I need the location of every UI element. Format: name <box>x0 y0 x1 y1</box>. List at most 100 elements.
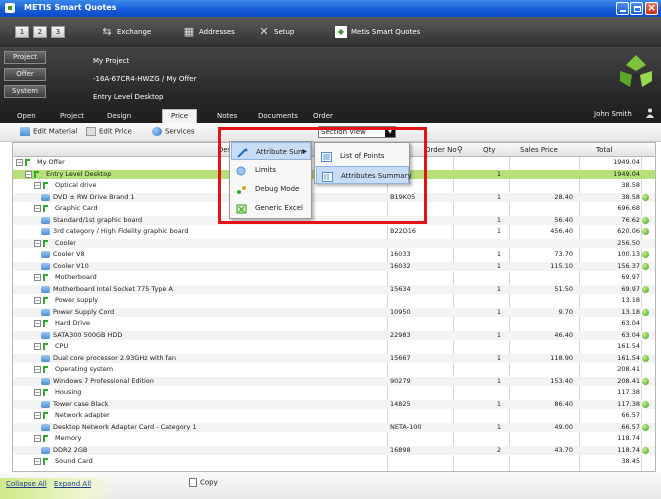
col-sales-price[interactable]: Sales Price <box>520 146 558 154</box>
table-row[interactable]: 3rd category / High Fidelity graphic boa… <box>13 227 655 236</box>
edit-material-button[interactable]: Edit Material <box>20 127 77 136</box>
tree-toggle-icon[interactable]: − <box>16 159 23 166</box>
edit-material-icon <box>20 127 30 136</box>
table-row[interactable]: − Operating system 208.41 <box>13 365 655 374</box>
row-qty[interactable]: 1 <box>481 400 501 409</box>
table-row[interactable]: − CPU 161.54 <box>13 342 655 351</box>
tree-toggle-icon[interactable]: − <box>34 274 41 281</box>
row-sales-price[interactable]: 118.90 <box>527 354 573 363</box>
row-sales-price[interactable]: 456.40 <box>527 227 573 236</box>
table-row[interactable]: − Motherboard 69.97 <box>13 273 655 282</box>
col-qty[interactable]: Qty <box>483 146 495 154</box>
addresses-button[interactable]: ▦ Addresses <box>183 26 235 40</box>
tree-toggle-icon[interactable]: − <box>34 320 41 327</box>
step-3-button[interactable]: 3 <box>51 26 65 38</box>
table-row[interactable]: Motherboard Intel Socket 775 Type A 15634… <box>13 284 655 294</box>
table-row[interactable]: − Sound Card 38.45 <box>13 457 655 466</box>
table-row[interactable]: Windows 7 Professional Edition 90279 1 153.… <box>13 376 655 386</box>
row-sales-price[interactable]: 56.40 <box>527 216 573 225</box>
table-row[interactable]: − Cooler 256.50 <box>13 238 655 248</box>
row-sales-price[interactable]: 115.10 <box>527 262 573 271</box>
row-qty[interactable]: 2 <box>481 446 501 455</box>
col-order-no[interactable]: Order No <box>425 146 457 154</box>
exchange-button[interactable]: ⇆ Exchange <box>101 26 151 40</box>
step-1-button[interactable]: 1 <box>15 26 29 38</box>
maximize-button[interactable] <box>630 2 643 15</box>
copy-button[interactable]: Copy <box>189 478 218 487</box>
row-sales-price[interactable]: 73.70 <box>527 250 573 259</box>
row-qty[interactable]: 1 <box>481 193 501 202</box>
table-row[interactable]: Tower case Black 14825 1 86.40 117.38 <box>13 399 655 409</box>
tab-order[interactable]: Order <box>313 110 333 123</box>
metis-icon: ◆ <box>335 26 347 38</box>
tree-toggle-icon[interactable]: − <box>25 170 32 178</box>
table-row[interactable]: DDR2 2GB 16898 2 43.70 118.74 <box>13 445 655 455</box>
tree-toggle-icon[interactable]: − <box>34 366 41 373</box>
expand-all-link[interactable]: Expand All <box>54 480 91 488</box>
row-sales-price[interactable]: 49.00 <box>527 423 573 432</box>
row-sales-price[interactable]: 9.70 <box>527 308 573 317</box>
row-total: 38.45 <box>621 457 640 465</box>
row-qty[interactable]: 1 <box>481 331 501 340</box>
table-row[interactable]: SATA300 500GB HDD 22983 1 46.40 63.04 <box>13 330 655 340</box>
project-button[interactable]: Project <box>4 51 46 64</box>
tab-documents[interactable]: Documents <box>258 110 298 123</box>
system-button[interactable]: System <box>4 85 46 98</box>
row-qty[interactable]: 1 <box>481 250 501 259</box>
tree-toggle-icon[interactable]: − <box>34 182 41 189</box>
row-qty[interactable]: 1 <box>481 285 501 294</box>
table-row[interactable]: Dual core processor 2.93GHz with fan 1566… <box>13 353 655 363</box>
row-description: SATA300 500GB HDD <box>53 330 123 339</box>
edit-price-button[interactable]: Edit Price <box>86 127 132 136</box>
tree-toggle-icon[interactable]: − <box>34 412 41 419</box>
tree-toggle-icon[interactable]: − <box>34 343 41 350</box>
row-sales-price[interactable]: 153.40 <box>527 377 573 386</box>
services-button[interactable]: Services <box>152 127 195 136</box>
tab-price[interactable]: Price <box>162 109 198 123</box>
row-qty[interactable]: 1 <box>481 308 501 317</box>
table-row[interactable]: − Hard Drive 63.04 <box>13 319 655 328</box>
table-row[interactable]: − Memory 118.74 <box>13 434 655 443</box>
table-row[interactable]: − Housing 117.38 <box>13 388 655 397</box>
tree-toggle-icon[interactable]: − <box>34 205 41 212</box>
tab-project[interactable]: Project <box>60 110 84 123</box>
tab-open[interactable]: Open <box>17 110 36 123</box>
services-icon <box>152 127 162 136</box>
tree-toggle-icon[interactable]: − <box>34 389 41 396</box>
row-sales-price[interactable]: 43.70 <box>527 446 573 455</box>
offer-button[interactable]: Offer <box>4 68 46 81</box>
row-sales-price[interactable]: 51.50 <box>527 285 573 294</box>
tree-toggle-icon[interactable]: − <box>34 435 41 442</box>
row-qty[interactable]: 1 <box>481 216 501 225</box>
table-row[interactable]: Power Supply Cord 10950 1 9.70 13.18 <box>13 307 655 317</box>
row-sales-price[interactable]: 46.40 <box>527 331 573 340</box>
tree-toggle-icon[interactable]: − <box>34 297 41 304</box>
row-qty[interactable]: 1 <box>481 423 501 432</box>
collapse-all-link[interactable]: Collapse All <box>6 480 47 488</box>
table-row[interactable]: Cooler V8 16033 1 73.70 100.13 <box>13 250 655 259</box>
row-description: Network adapter <box>55 411 110 419</box>
row-qty[interactable]: 1 <box>481 354 501 363</box>
close-button[interactable]: × <box>645 1 658 15</box>
table-row[interactable]: Desktop Network Adapter Card - Category … <box>13 422 655 432</box>
step-2-button[interactable]: 2 <box>33 26 47 38</box>
col-total[interactable]: Total <box>596 146 612 154</box>
table-row[interactable]: Cooler V10 16032 1 115.10 156.37 <box>13 261 655 271</box>
metis-smart-quotes-button[interactable]: ◆ Metis Smart Quotes <box>335 26 420 40</box>
row-qty[interactable]: 1 <box>481 377 501 386</box>
row-sales-price[interactable]: 28.40 <box>527 193 573 202</box>
minimize-button[interactable] <box>616 2 629 15</box>
setup-button[interactable]: ✕ Setup <box>258 26 294 40</box>
table-row[interactable]: − Power supply 13.18 <box>13 296 655 305</box>
pin-icon[interactable]: ⚲ <box>457 145 463 154</box>
row-qty[interactable]: 1 <box>481 170 501 179</box>
user-icon[interactable] <box>646 108 654 118</box>
tab-design[interactable]: Design <box>107 110 131 123</box>
tree-toggle-icon[interactable]: − <box>34 458 41 465</box>
table-row[interactable]: − Network adapter 66.57 <box>13 411 655 420</box>
row-qty[interactable]: 1 <box>481 227 501 236</box>
row-sales-price[interactable]: 86.40 <box>527 400 573 409</box>
row-qty[interactable]: 1 <box>481 262 501 271</box>
tab-notes[interactable]: Notes <box>217 110 237 123</box>
tree-toggle-icon[interactable]: − <box>34 239 41 247</box>
